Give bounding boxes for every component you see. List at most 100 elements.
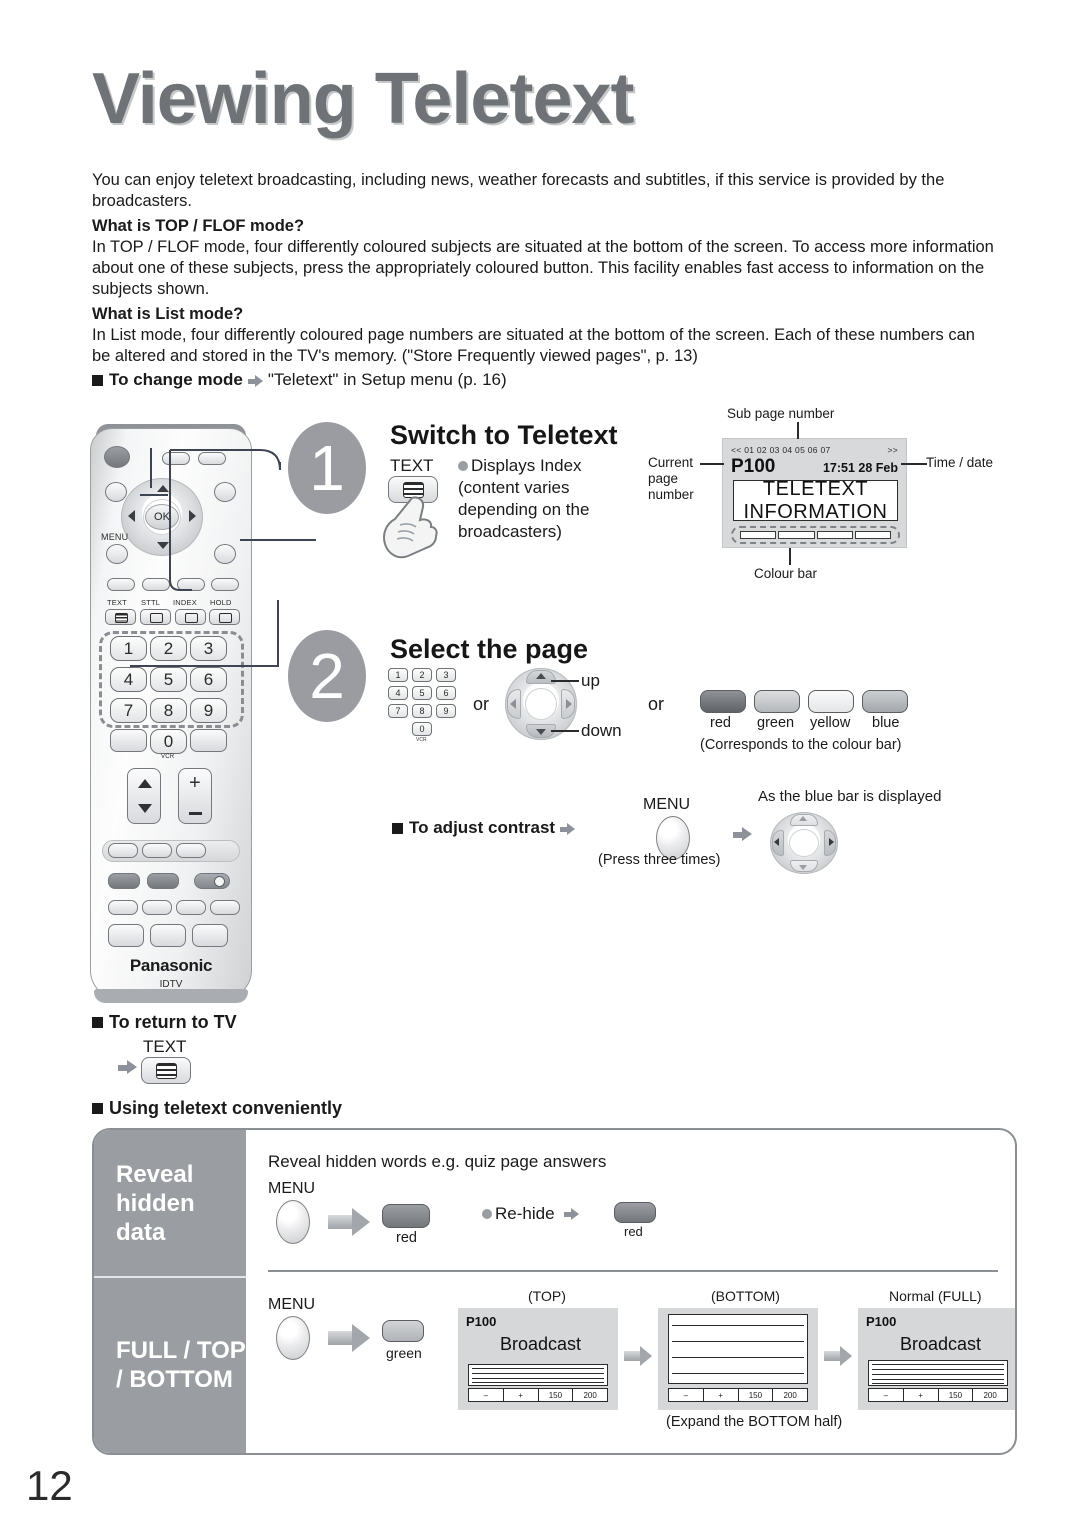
ctrl-150: 150 bbox=[939, 1389, 974, 1401]
lower-button-6[interactable] bbox=[108, 900, 138, 915]
brand-logo: Panasonic bbox=[129, 956, 213, 975]
callout-line-subpage bbox=[797, 422, 799, 439]
teletext-screen: << 01 02 03 04 05 06 07 >> P100 17:51 28… bbox=[722, 438, 907, 548]
step2-key-9[interactable]: 9 bbox=[436, 704, 456, 718]
ctrl-minus: – bbox=[669, 1389, 704, 1401]
return-text-button[interactable] bbox=[141, 1057, 191, 1084]
colour-button-yellow[interactable] bbox=[808, 690, 854, 713]
arrow-right-icon bbox=[564, 1208, 580, 1220]
ftb-green-label: green bbox=[386, 1345, 422, 1361]
subpage-next-icon: >> bbox=[887, 445, 898, 455]
screen-caption-bottom: (BOTTOM) bbox=[711, 1288, 780, 1304]
page-number: 12 bbox=[26, 1462, 73, 1509]
step2-key-0[interactable]: 0 bbox=[412, 722, 432, 736]
rehide-red-label: red bbox=[624, 1224, 643, 1239]
return-text-label: TEXT bbox=[143, 1037, 187, 1056]
ftb-menu-button[interactable] bbox=[276, 1316, 310, 1360]
colour-button-blue[interactable] bbox=[862, 690, 908, 713]
lower-button-9[interactable] bbox=[210, 900, 240, 915]
arrow-right-icon bbox=[733, 827, 752, 842]
step2-key-2[interactable]: 2 bbox=[412, 668, 432, 682]
step2-key-7[interactable]: 7 bbox=[388, 704, 408, 718]
lower-button-3[interactable] bbox=[176, 843, 206, 858]
dpad-left-icon bbox=[128, 510, 135, 522]
toggle-knob-icon bbox=[214, 876, 225, 887]
lower-button-5[interactable] bbox=[147, 873, 179, 889]
up-label: up bbox=[581, 671, 600, 690]
channel-down-icon bbox=[138, 804, 152, 813]
step2-key-4[interactable]: 4 bbox=[388, 686, 408, 700]
lower-button-12[interactable] bbox=[192, 924, 228, 947]
remote-key-0[interactable]: 0 bbox=[150, 729, 187, 754]
colour-button-red[interactable] bbox=[700, 690, 746, 713]
lower-button-1[interactable] bbox=[108, 843, 138, 858]
lower-button-8[interactable] bbox=[176, 900, 206, 915]
intro-paragraph: You can enjoy teletext broadcasting, inc… bbox=[92, 171, 945, 210]
step-1-badge: 1 bbox=[288, 422, 366, 514]
lower-button-7[interactable] bbox=[142, 900, 172, 915]
change-mode-value: "Teletext" in Setup menu (p. 16) bbox=[267, 370, 507, 389]
up-callout-line bbox=[551, 680, 579, 682]
row-divider bbox=[268, 1270, 998, 1272]
remote-menu-button[interactable] bbox=[106, 544, 128, 564]
ctrl-plus: + bbox=[904, 1389, 939, 1401]
mini-screen-top: P100 Broadcast – + 150 200 bbox=[458, 1308, 618, 1410]
arrow-head bbox=[352, 1324, 370, 1352]
ftb-green-button[interactable] bbox=[382, 1320, 424, 1342]
remote-key-right-blank[interactable] bbox=[190, 729, 227, 752]
page-title: Viewing Teletext bbox=[92, 59, 635, 139]
remote-key-left-blank[interactable] bbox=[110, 729, 147, 752]
channel-rocker[interactable] bbox=[127, 768, 161, 824]
dpad-down-icon bbox=[799, 865, 807, 870]
power-button[interactable] bbox=[104, 446, 130, 468]
pointing-hand-icon bbox=[383, 496, 438, 559]
arrow-shaft bbox=[824, 1351, 841, 1361]
step2-key-5[interactable]: 5 bbox=[412, 686, 432, 700]
menu-button-label: MENU bbox=[101, 532, 129, 542]
step2-key-8[interactable]: 8 bbox=[412, 704, 432, 718]
lower-toggle-switch[interactable] bbox=[194, 873, 230, 889]
volume-up-icon: + bbox=[189, 772, 201, 794]
step2-key-3[interactable]: 3 bbox=[436, 668, 456, 682]
step2-keypad[interactable]: 1 2 3 4 5 6 7 8 9 0 VCR bbox=[388, 668, 460, 743]
dpad-down-icon bbox=[536, 729, 546, 735]
reveal-menu-button[interactable] bbox=[276, 1200, 310, 1244]
arrow-shaft bbox=[328, 1215, 353, 1229]
change-mode-label: To change mode bbox=[109, 370, 243, 389]
volume-rocker[interactable]: + bbox=[178, 768, 212, 824]
remote-colour-red[interactable] bbox=[107, 578, 135, 591]
lower-button-4[interactable] bbox=[108, 873, 140, 889]
lower-button-2[interactable] bbox=[142, 843, 172, 858]
lower-button-10[interactable] bbox=[108, 924, 144, 947]
lower-button-11[interactable] bbox=[150, 924, 186, 947]
reveal-red-button[interactable] bbox=[382, 1204, 430, 1228]
step1-note-text: Displays Index (content varies depending… bbox=[458, 456, 590, 541]
reveal-menu-label: MENU bbox=[268, 1180, 316, 1197]
ctrl-150: 150 bbox=[539, 1389, 574, 1401]
colour-button-green[interactable] bbox=[754, 690, 800, 713]
colour-label-yellow: yellow bbox=[810, 715, 851, 731]
convenient-heading: Using teletext conveniently bbox=[109, 1098, 343, 1118]
arrow-right-icon bbox=[624, 1346, 652, 1366]
contrast-dpad[interactable] bbox=[770, 812, 838, 874]
mini-screen-full: P100 Broadcast – + 150 200 bbox=[858, 1308, 1015, 1410]
colour-bar-segment-red bbox=[740, 531, 777, 539]
step2-key-6[interactable]: 6 bbox=[436, 686, 456, 700]
remote-text-label: TEXT bbox=[107, 598, 127, 607]
colour-bar bbox=[731, 526, 900, 544]
arrow-right-icon bbox=[247, 375, 263, 387]
mini-screen-full-broadcast: Broadcast bbox=[900, 1334, 982, 1354]
rehide-group: Re-hide bbox=[482, 1204, 584, 1224]
arrow-right-icon bbox=[560, 823, 576, 835]
down-callout-line bbox=[551, 730, 579, 732]
convenient-heading-row: Using teletext conveniently bbox=[92, 1098, 342, 1119]
step2-key-1[interactable]: 1 bbox=[388, 668, 408, 682]
rehide-red-button[interactable] bbox=[614, 1202, 656, 1223]
mini-screen-bottom: – + 150 200 bbox=[658, 1308, 818, 1410]
remote-bottom-cap bbox=[94, 989, 248, 1003]
arrow-shaft bbox=[328, 1331, 353, 1345]
arrow-right-icon bbox=[328, 1324, 370, 1352]
arrow-right-icon bbox=[118, 1060, 137, 1075]
mini-screen-top-controls: – + 150 200 bbox=[468, 1388, 608, 1402]
text-glyph-icon bbox=[156, 1063, 177, 1079]
